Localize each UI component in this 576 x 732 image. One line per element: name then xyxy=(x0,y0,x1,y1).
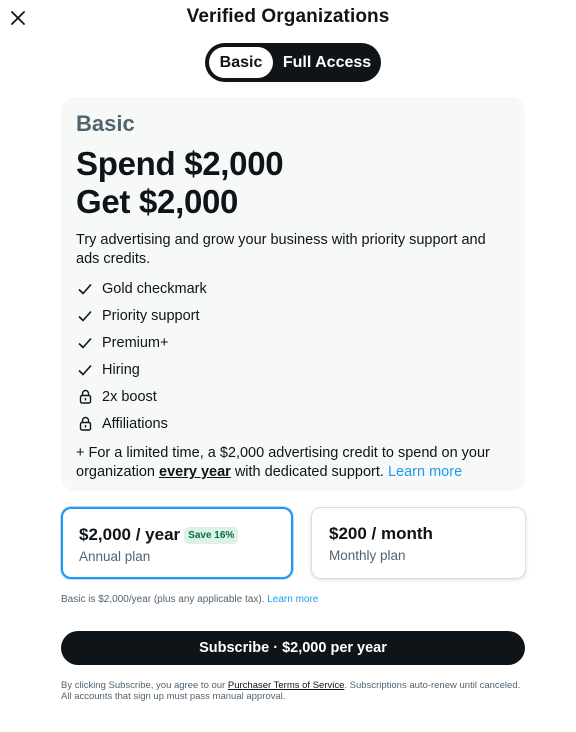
save-badge: Save 16% xyxy=(184,526,239,544)
feature-label: Premium+ xyxy=(102,334,169,351)
annual-price: $2,000 / year xyxy=(79,525,181,544)
lock-icon xyxy=(76,388,94,406)
check-icon xyxy=(76,334,94,352)
tab-full-access[interactable]: Full Access xyxy=(277,47,377,78)
annual-plan-option[interactable]: $2,000 / year Save 16% Annual plan xyxy=(61,507,293,579)
page-title: Verified Organizations xyxy=(186,6,390,27)
subscribe-button[interactable]: Subscribe · $2,000 per year xyxy=(61,631,525,665)
feature-label: Affiliations xyxy=(102,415,168,432)
annual-price-line: $2,000 / year Save 16% xyxy=(79,525,291,545)
feature-item: Premium+ xyxy=(76,329,509,356)
promo-text: + For a limited time, a $2,000 advertisi… xyxy=(76,444,509,482)
verified-organizations-page: Verified Organizations Basic Full Access… xyxy=(0,0,576,732)
terms-prefix: By clicking Subscribe, you agree to our xyxy=(61,680,228,691)
feature-item: 2x boost xyxy=(76,383,509,410)
feature-item: Affiliations xyxy=(76,410,509,437)
terms-text: By clicking Subscribe, you agree to our … xyxy=(61,680,531,702)
feature-label: Gold checkmark xyxy=(102,280,207,297)
headline-line-1: Spend $2,000 xyxy=(76,145,284,182)
feature-label: 2x boost xyxy=(102,388,157,405)
learn-more-link[interactable]: Learn more xyxy=(388,464,462,480)
lock-icon xyxy=(76,415,94,433)
feature-label: Priority support xyxy=(102,307,200,324)
plan-headline: Spend $2,000 Get $2,000 xyxy=(76,145,509,221)
headline-line-2: Get $2,000 xyxy=(76,183,239,220)
monthly-price-line: $200 / month xyxy=(329,524,525,544)
tab-basic[interactable]: Basic xyxy=(209,47,273,78)
feature-label: Hiring xyxy=(102,361,140,378)
feature-item: Priority support xyxy=(76,302,509,329)
feature-list: Gold checkmark Priority support Premium+… xyxy=(76,275,509,437)
tax-learn-more-link[interactable]: Learn more xyxy=(267,594,318,605)
plan-description: Try advertising and grow your business w… xyxy=(76,232,486,267)
promo-emphasis: every year xyxy=(159,464,231,480)
monthly-plan-label: Monthly plan xyxy=(329,548,406,563)
feature-item: Hiring xyxy=(76,356,509,383)
check-icon xyxy=(76,361,94,379)
plan-details-card: Basic Spend $2,000 Get $2,000 Try advert… xyxy=(61,97,525,491)
check-icon xyxy=(76,307,94,325)
tax-note-text: Basic is $2,000/year (plus any applicabl… xyxy=(61,594,268,605)
monthly-price: $200 / month xyxy=(329,524,433,543)
annual-plan-label: Annual plan xyxy=(79,549,151,564)
check-icon xyxy=(76,280,94,298)
purchaser-terms-link[interactable]: Purchaser Terms of Service xyxy=(228,680,345,691)
tax-note: Basic is $2,000/year (plus any applicabl… xyxy=(61,594,318,605)
feature-item: Gold checkmark xyxy=(76,275,509,302)
plan-tier-toggle: Basic Full Access xyxy=(205,43,381,82)
plan-name: Basic xyxy=(76,111,135,136)
promo-suffix: with dedicated support. xyxy=(230,464,388,480)
monthly-plan-option[interactable]: $200 / month Monthly plan xyxy=(311,507,526,579)
